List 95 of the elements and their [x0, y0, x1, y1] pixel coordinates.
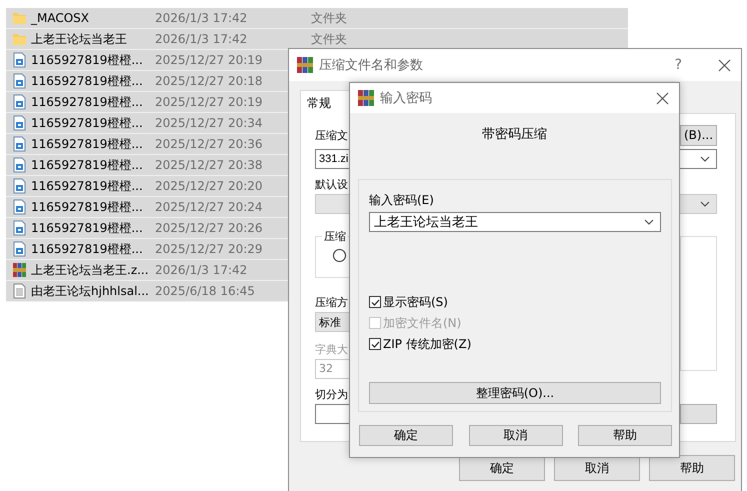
file-date: 2026/1/3 17:42: [155, 32, 248, 46]
file-row[interactable]: 1165927819橙橙... 2025/12/27 20:36: [6, 134, 288, 155]
file-name: 1165927819橙橙...: [31, 114, 144, 132]
checkbox-label: 显示密码(S): [383, 294, 448, 310]
field-label: 压缩文: [315, 128, 348, 142]
file-icon: [12, 199, 27, 215]
combo-value: 上老王论坛当老王: [374, 214, 478, 231]
help-glyph[interactable]: ?: [674, 57, 682, 73]
file-row[interactable]: 1165927819橙橙... 2025/12/27 20:24: [6, 197, 288, 218]
file-name: _MACOSX: [31, 11, 90, 25]
file-icon: [12, 220, 27, 236]
file-name: 1165927819橙橙...: [31, 198, 144, 216]
file-row[interactable]: 1165927819橙橙... 2025/12/27 20:26: [6, 218, 288, 239]
file-date: 2025/12/27 20:26: [155, 221, 263, 235]
file-name: 1165927819橙橙...: [31, 240, 144, 258]
file-name: 1165927819橙橙...: [31, 136, 144, 152]
file-date: 2025/12/27 20:24: [155, 200, 263, 214]
file-icon: [12, 136, 27, 152]
file-name: 1165927819橙橙...: [31, 52, 144, 68]
field-label: 压缩方: [315, 295, 348, 310]
checkbox[interactable]: [369, 296, 381, 308]
file-date: 2025/12/27 20:19: [155, 95, 263, 109]
close-icon: [718, 58, 731, 72]
file-row[interactable]: 上老王论坛当老王 2026/1/3 17:42 文件夹: [6, 29, 628, 50]
file-row[interactable]: 1165927819橙橙... 2025/12/27 20:18: [6, 71, 288, 92]
file-row[interactable]: 由老王论坛hjhhlsal... 2025/6/18 16:45: [6, 281, 288, 302]
field-label: 默认设: [315, 177, 348, 192]
file-date: 2025/6/18 16:45: [155, 284, 255, 298]
radio-button[interactable]: [333, 249, 346, 262]
close-icon: [656, 92, 669, 104]
file-date: 2025/12/27 20:34: [155, 116, 263, 130]
file-row[interactable]: 上老王论坛当老王.z... 2026/1/3 17:42: [6, 260, 288, 281]
chevron-down-icon: [700, 156, 710, 162]
file-icon: [12, 94, 27, 110]
file-name: 1165927819橙橙...: [31, 72, 144, 90]
dialog-button[interactable]: 取消: [468, 425, 562, 446]
file-icon: [12, 52, 27, 68]
check-icon: [370, 297, 380, 307]
field-label: 切分为: [315, 387, 348, 402]
document-icon: [12, 283, 27, 299]
folder-icon: [12, 10, 27, 26]
file-icon: [12, 115, 27, 131]
field-label: 输入密码(E): [369, 192, 434, 209]
books-icon: [12, 262, 27, 278]
file-name: 1165927819橙橙...: [31, 178, 144, 194]
file-row[interactable]: 1165927819橙橙... 2025/12/27 20:19: [6, 92, 288, 113]
checkbox-label: ZIP 传统加密(Z): [383, 336, 472, 352]
file-icon: [12, 178, 27, 194]
file-date: 2025/12/27 20:20: [155, 179, 263, 193]
file-date: 2025/12/27 20:36: [155, 137, 263, 151]
file-date: 2025/12/27 20:38: [155, 158, 263, 172]
window-title: 输入密码: [380, 90, 433, 107]
file-icon: [12, 157, 27, 173]
field-label: 字典大: [315, 342, 348, 357]
dialog-button[interactable]: 确定: [359, 425, 453, 446]
file-date: 2025/12/27 20:18: [155, 74, 263, 88]
window-title: 压缩文件名和参数: [319, 57, 424, 74]
file-row[interactable]: 1165927819橙橙... 2025/12/27 20:20: [6, 176, 288, 197]
dialog-heading: 带密码压缩: [481, 126, 548, 143]
file-row[interactable]: 1165927819橙橙... 2025/12/27 20:29: [6, 239, 288, 260]
dialog-button[interactable]: 帮助: [649, 455, 735, 481]
books-icon: [297, 57, 313, 73]
file-icon: [12, 241, 27, 257]
checkbox-label: 加密文件名(N): [383, 314, 462, 332]
dialog-button[interactable]: 帮助: [578, 425, 672, 446]
file-row[interactable]: 1165927819橙橙... 2025/12/27 20:19: [6, 50, 288, 71]
file-name: 由老王论坛hjhhlsal...: [31, 282, 150, 300]
check-icon: [370, 339, 380, 349]
file-date: 2026/1/3 17:42: [155, 11, 248, 25]
browse-button[interactable]: (B)...: [680, 124, 717, 146]
file-type: 文件夹: [311, 30, 347, 48]
file-name: 上老王论坛当老王: [31, 30, 128, 48]
file-date: 2025/12/27 20:19: [155, 53, 263, 67]
file-date: 2026/1/3 17:42: [155, 263, 248, 277]
password-combo[interactable]: 上老王论坛当老王: [369, 212, 661, 232]
combo-value: 331.zi: [319, 153, 348, 165]
tab[interactable]: 常规: [300, 90, 350, 115]
books-icon: [358, 90, 374, 106]
file-date: 2025/12/27 20:29: [155, 242, 263, 256]
file-name: 1165927819橙橙...: [31, 94, 144, 110]
organize-passwords-button[interactable]: 整理密码(O)...: [369, 382, 661, 404]
folder-icon: [12, 31, 27, 47]
file-name: 上老王论坛当老王.z...: [31, 262, 150, 278]
checkbox[interactable]: [369, 338, 381, 350]
file-name: 1165927819橙橙...: [31, 156, 144, 174]
chevron-down-icon: [644, 219, 654, 225]
file-row[interactable]: _MACOSX 2026/1/3 17:42 文件夹: [6, 8, 628, 29]
file-type: 文件夹: [311, 10, 347, 26]
file-name: 1165927819橙橙...: [31, 220, 144, 236]
combo-value: 标准: [319, 314, 341, 330]
file-row[interactable]: 1165927819橙橙... 2025/12/27 20:38: [6, 155, 288, 176]
chevron-down-icon: [700, 201, 710, 207]
group-label: 压缩: [322, 229, 348, 244]
file-icon: [12, 73, 27, 89]
file-row[interactable]: 1165927819橙橙... 2025/12/27 20:34: [6, 113, 288, 134]
